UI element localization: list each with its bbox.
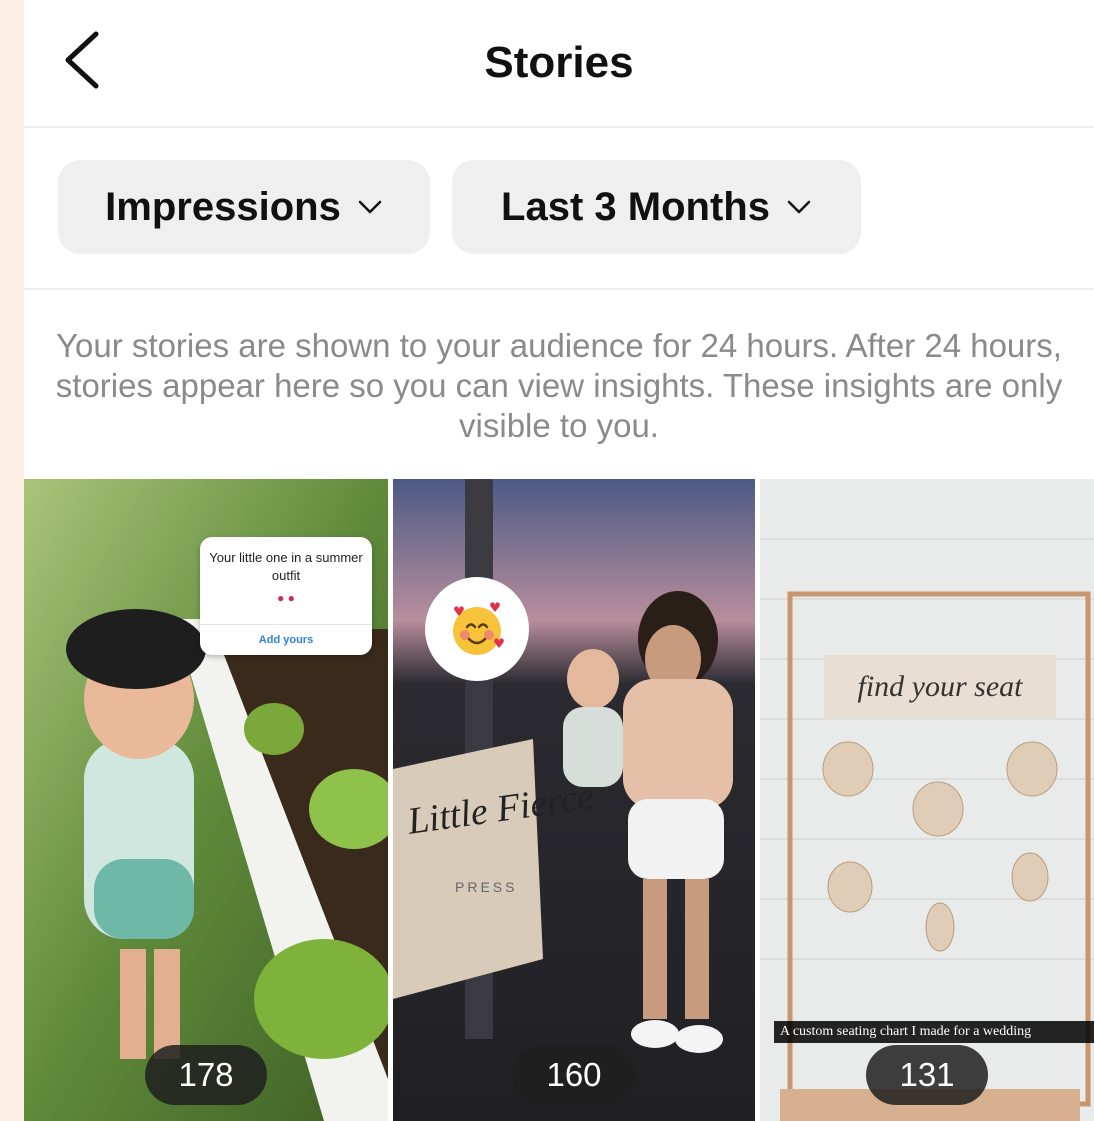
question-sticker: Your little one in a summer outfit ● ● A…	[200, 537, 372, 655]
sticker-add-yours: Add yours	[200, 624, 372, 655]
smiling-face-with-hearts-emoji	[453, 602, 504, 655]
story-tile-1[interactable]: Your little one in a summer outfit ● ● A…	[24, 479, 388, 1121]
header-bar: Stories	[24, 0, 1094, 128]
page-title: Stories	[484, 38, 634, 87]
story-tile-2[interactable]: Little Fierce PRESS 160	[393, 479, 755, 1121]
sticker-question-text: Your little one in a summer outfit	[209, 550, 363, 583]
story-tile-3[interactable]: find your seat A custom seating chart I …	[760, 479, 1094, 1121]
chevron-down-icon	[358, 200, 382, 214]
chevron-down-icon	[787, 200, 811, 214]
brand-sign-subtext: PRESS	[455, 879, 518, 895]
metric-dropdown-label: Impressions	[105, 184, 341, 229]
filter-bar: Impressions Last 3 Months	[24, 128, 1094, 290]
seating-sign: find your seat	[824, 655, 1056, 719]
stories-insights-screen: Stories Impressions Last 3 Months Your s…	[24, 0, 1094, 1121]
impressions-count: 131	[866, 1045, 988, 1105]
story-caption: A custom seating chart I made for a wedd…	[774, 1021, 1094, 1043]
period-dropdown[interactable]: Last 3 Months	[452, 160, 861, 254]
sticker-avatars: ● ●	[277, 591, 295, 605]
impressions-count: 160	[513, 1045, 635, 1105]
emoji-reaction-sticker	[425, 577, 529, 681]
stories-info-text: Your stories are shown to your audience …	[55, 327, 1063, 444]
metric-dropdown[interactable]: Impressions	[58, 160, 430, 254]
impressions-count: 178	[145, 1045, 267, 1105]
period-dropdown-label: Last 3 Months	[501, 184, 770, 229]
